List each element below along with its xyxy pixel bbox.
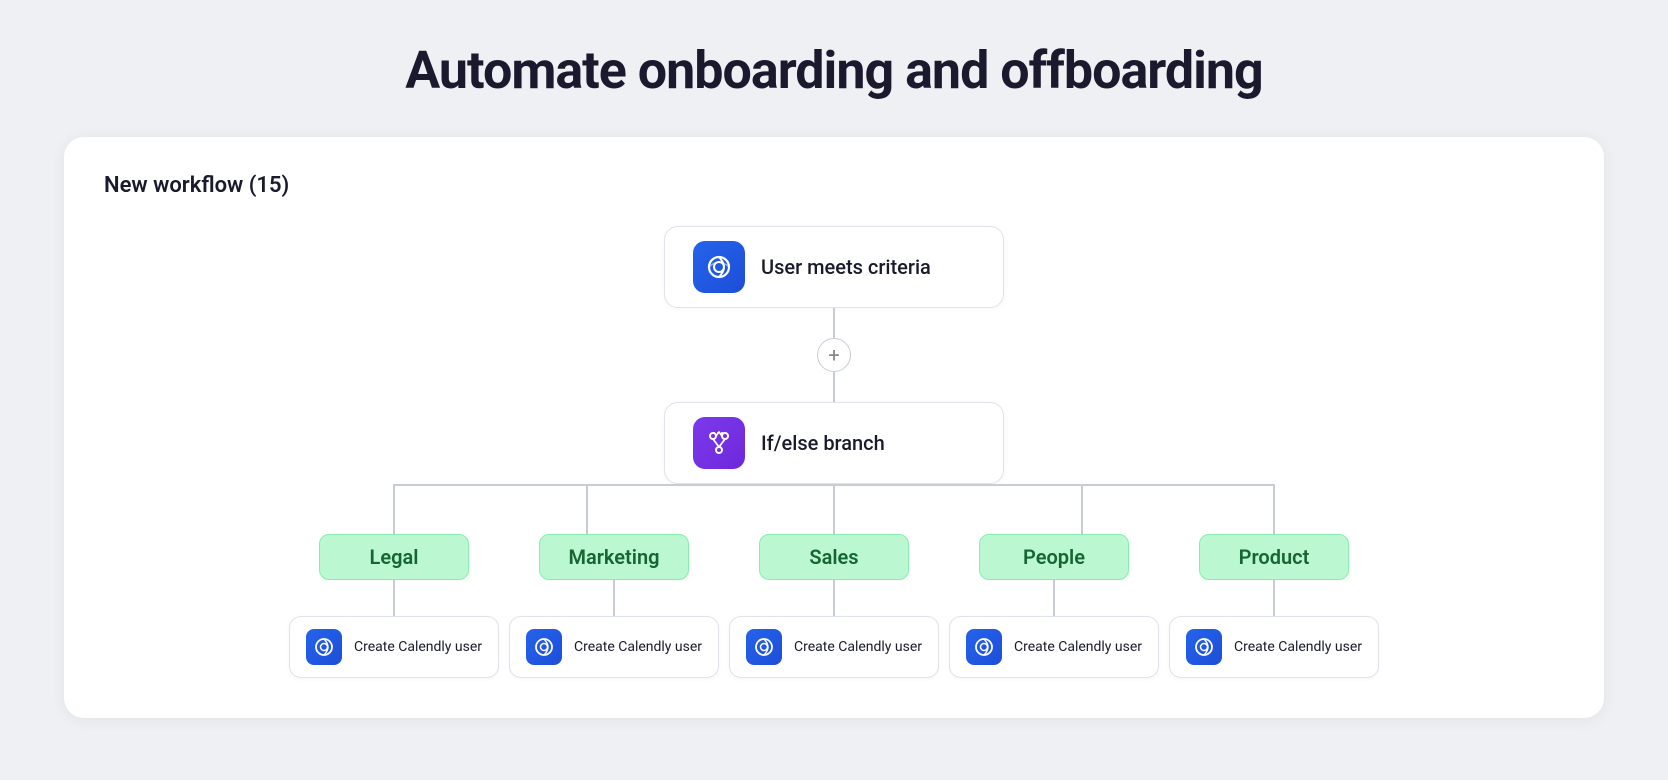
- branch-conn-people: [1053, 580, 1055, 616]
- trigger-node[interactable]: User meets criteria: [664, 226, 1004, 308]
- branch-node[interactable]: If/else branch: [664, 402, 1004, 484]
- branch-section: Legal Create Calendly user: [104, 484, 1564, 678]
- branch-action-product: Create Calendly user: [1234, 639, 1362, 655]
- branches-container: Legal Create Calendly user: [284, 534, 1384, 678]
- trigger-label: User meets criteria: [761, 255, 931, 279]
- connector-1: [833, 308, 835, 338]
- branch-node-legal[interactable]: Create Calendly user: [289, 616, 499, 678]
- flow-container: User meets criteria + If/: [104, 226, 1564, 678]
- branch-node-people[interactable]: Create Calendly user: [949, 616, 1159, 678]
- calendly-icon-sales: [746, 629, 782, 665]
- add-step-button[interactable]: +: [817, 338, 851, 372]
- branch-label-marketing[interactable]: Marketing: [539, 534, 689, 580]
- calendly-icon-marketing: [526, 629, 562, 665]
- workflow-card: New workflow (15) User meets criteria +: [64, 137, 1604, 718]
- branch-conn-product: [1273, 580, 1275, 616]
- branch-people: People Create Calendly user: [944, 534, 1164, 678]
- branch-action-people: Create Calendly user: [1014, 639, 1142, 655]
- branch-label-sales[interactable]: Sales: [759, 534, 909, 580]
- branch-icon: [693, 417, 745, 469]
- branch-action-marketing: Create Calendly user: [574, 639, 702, 655]
- branch-label-legal[interactable]: Legal: [319, 534, 469, 580]
- branch-conn-sales: [833, 580, 835, 616]
- trigger-icon: [693, 241, 745, 293]
- calendly-icon-product: [1186, 629, 1222, 665]
- workflow-title: New workflow (15): [104, 173, 1564, 198]
- branch-label: If/else branch: [761, 431, 885, 455]
- branch-conn-marketing: [613, 580, 615, 616]
- connector-2: [833, 372, 835, 402]
- branch-node-product[interactable]: Create Calendly user: [1169, 616, 1379, 678]
- branch-marketing: Marketing Create Calendly user: [504, 534, 724, 678]
- branch-label-product[interactable]: Product: [1199, 534, 1349, 580]
- page-title: Automate onboarding and offboarding: [405, 40, 1262, 101]
- branch-conn-legal: [393, 580, 395, 616]
- branch-node-marketing[interactable]: Create Calendly user: [509, 616, 719, 678]
- calendly-icon-legal: [306, 629, 342, 665]
- branch-sales: Sales Create Calendly user: [724, 534, 944, 678]
- branch-label-people[interactable]: People: [979, 534, 1129, 580]
- branch-node-sales[interactable]: Create Calendly user: [729, 616, 939, 678]
- branch-action-sales: Create Calendly user: [794, 639, 922, 655]
- branch-product: Product Create Calendly user: [1164, 534, 1384, 678]
- calendly-icon-people: [966, 629, 1002, 665]
- branch-action-legal: Create Calendly user: [354, 639, 482, 655]
- branch-legal: Legal Create Calendly user: [284, 534, 504, 678]
- plus-icon: +: [828, 345, 839, 365]
